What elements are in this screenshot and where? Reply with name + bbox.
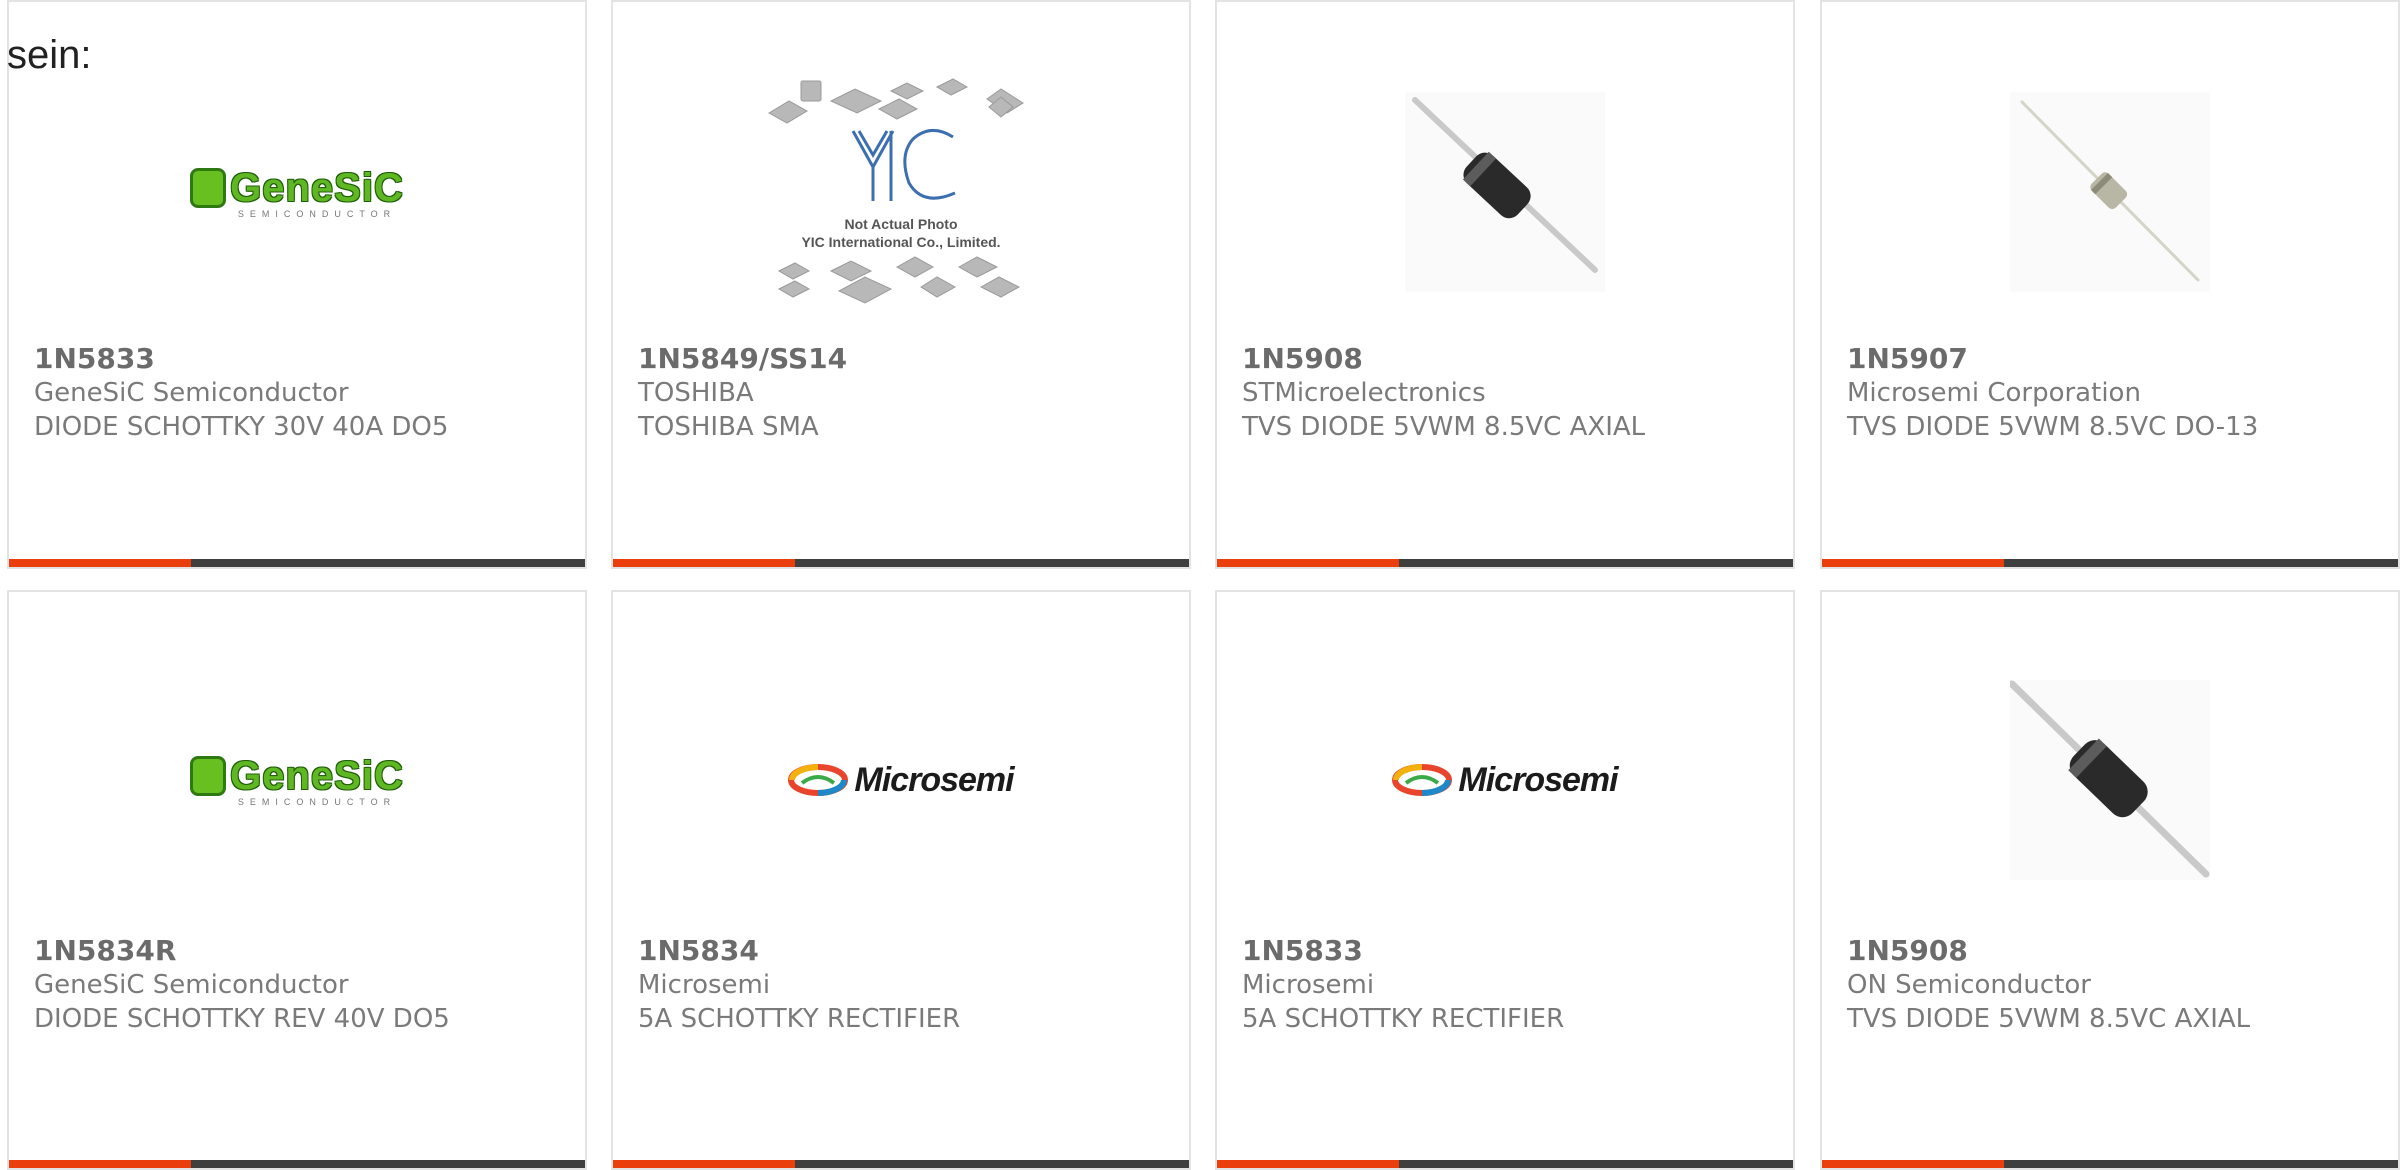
yic-caption-line1: Not Actual Photo [844,216,957,232]
manufacturer-name: STMicroelectronics [1242,378,1486,408]
product-description: DIODE SCHOTTKY 30V 40A DO5 [34,412,449,442]
product-image[interactable]: Not Actual Photo YIC International Co., … [613,42,1189,342]
product-info: 1N5833 Microsemi 5A SCHOTTKY RECTIFIER [1242,934,1783,1036]
manufacturer-name: GeneSiC Semiconductor [34,970,349,1000]
genesic-logo-subtext: SEMICONDUCTOR [237,796,397,807]
product-info: 1N5849/SS14 TOSHIBA TOSHIBA SMA [638,342,1179,444]
product-card[interactable]: GeneSiC SEMICONDUCTOR 1N5834R GeneSiC Se… [7,590,587,1170]
part-number[interactable]: 1N5834R [34,934,575,968]
part-number[interactable]: 1N5908 [1847,934,2388,968]
product-description: TOSHIBA SMA [638,412,819,442]
product-info: 1N5834 Microsemi 5A SCHOTTKY RECTIFIER [638,934,1179,1036]
manufacturer-name: Microsemi Corporation [1847,378,2141,408]
product-info: 1N5908 STMicroelectronics TVS DIODE 5VWM… [1242,342,1783,444]
product-card[interactable]: Not Actual Photo YIC International Co., … [611,0,1191,569]
product-info: 1N5834R GeneSiC Semiconductor DIODE SCHO… [34,934,575,1036]
card-bottom-bar [9,1160,585,1168]
part-number[interactable]: 1N5907 [1847,342,2388,376]
card-accent-bar [613,559,795,567]
microsemi-logo-text: Microsemi [854,760,1014,799]
microsemi-logo: Microsemi [788,760,1015,800]
part-number[interactable]: 1N5908 [1242,342,1783,376]
product-description: TVS DIODE 5VWM 8.5VC DO-13 [1847,412,2259,442]
part-number[interactable]: 1N5833 [1242,934,1783,968]
product-card[interactable]: Microsemi 1N5834 Microsemi 5A SCHOTTKY R… [611,590,1191,1170]
part-number[interactable]: 1N5849/SS14 [638,342,1179,376]
microsemi-logo: Microsemi [1392,760,1619,800]
genesic-logo-text: GeneSiC [230,753,404,798]
genesic-mark-icon [190,756,227,796]
card-bottom-bar [613,559,1189,567]
card-accent-bar [1822,559,2004,567]
card-accent-bar [9,559,191,567]
axial-diode-image [1405,92,1605,292]
product-description: TVS DIODE 5VWM 8.5VC AXIAL [1847,1004,2251,1034]
yic-caption-line2: YIC International Co., Limited. [801,234,1000,250]
card-bottom-bar [1822,1160,2398,1168]
product-description: 5A SCHOTTKY RECTIFIER [1242,1004,1565,1034]
microsemi-swirl-icon [1392,764,1453,796]
product-grid: GeneSiC SEMICONDUCTOR 1N5833 GeneSiC Sem… [0,0,2400,1170]
yic-placeholder-image: Not Actual Photo YIC International Co., … [768,78,1024,304]
part-number[interactable]: 1N5833 [34,342,575,376]
product-card[interactable]: 1N5907 Microsemi Corporation TVS DIODE 5… [1820,0,2400,569]
part-number[interactable]: 1N5834 [638,934,1179,968]
axial-diode-small-image [2010,92,2210,292]
manufacturer-name: ON Semiconductor [1847,970,2091,1000]
product-card[interactable]: GeneSiC SEMICONDUCTOR 1N5833 GeneSiC Sem… [7,0,587,569]
product-image[interactable] [1822,630,2398,930]
card-accent-bar [613,1160,795,1168]
product-image[interactable] [1822,42,2398,342]
card-accent-bar [9,1160,191,1168]
product-image[interactable] [1217,42,1793,342]
product-image[interactable]: Microsemi [1217,630,1793,930]
manufacturer-name: Microsemi [1242,970,1375,1000]
card-bottom-bar [1217,1160,1793,1168]
axial-diode-image [2010,680,2210,880]
product-description: TVS DIODE 5VWM 8.5VC AXIAL [1242,412,1646,442]
card-accent-bar [1217,1160,1399,1168]
genesic-logo-subtext: SEMICONDUCTOR [237,208,397,219]
card-bottom-bar [1217,559,1793,567]
manufacturer-name: GeneSiC Semiconductor [34,378,349,408]
product-info: 1N5908 ON Semiconductor TVS DIODE 5VWM 8… [1847,934,2388,1036]
product-card[interactable]: 1N5908 ON Semiconductor TVS DIODE 5VWM 8… [1820,590,2400,1170]
product-description: 5A SCHOTTKY RECTIFIER [638,1004,961,1034]
product-image[interactable]: Microsemi [613,630,1189,930]
card-bottom-bar [613,1160,1189,1168]
product-info: 1N5907 Microsemi Corporation TVS DIODE 5… [1847,342,2388,444]
manufacturer-name: TOSHIBA [638,378,754,408]
genesic-logo: GeneSiC SEMICONDUCTOR [190,166,404,219]
genesic-logo-text: GeneSiC [230,165,404,210]
genesic-logo: GeneSiC SEMICONDUCTOR [190,754,404,807]
product-card[interactable]: 1N5908 STMicroelectronics TVS DIODE 5VWM… [1215,0,1795,569]
product-image[interactable]: GeneSiC SEMICONDUCTOR [9,630,585,930]
microsemi-swirl-icon [788,764,849,796]
manufacturer-name: Microsemi [638,970,771,1000]
microsemi-logo-text: Microsemi [1458,760,1618,799]
product-info: 1N5833 GeneSiC Semiconductor DIODE SCHOT… [34,342,575,444]
intro-text: sein: [7,33,92,77]
product-description: DIODE SCHOTTKY REV 40V DO5 [34,1004,450,1034]
product-card[interactable]: Microsemi 1N5833 Microsemi 5A SCHOTTKY R… [1215,590,1795,1170]
product-image[interactable]: GeneSiC SEMICONDUCTOR [9,42,585,342]
card-bottom-bar [9,559,585,567]
card-bottom-bar [1822,559,2398,567]
genesic-mark-icon [190,168,227,208]
card-accent-bar [1217,559,1399,567]
card-accent-bar [1822,1160,2004,1168]
